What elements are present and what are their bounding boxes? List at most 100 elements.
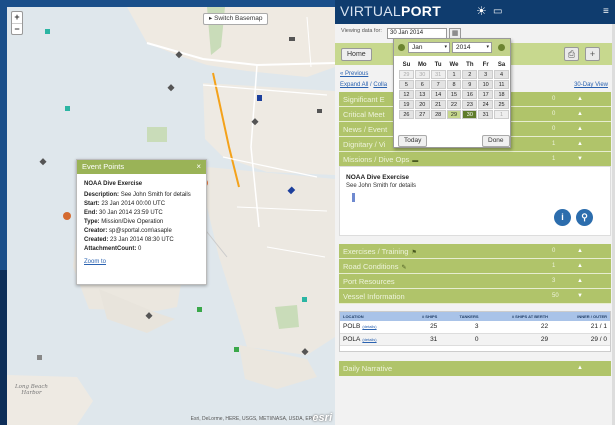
calendar-day[interactable]: 27 (414, 110, 430, 119)
cell-tankers: 0 (440, 333, 482, 346)
expand-arrow-icon[interactable]: ▲ (577, 274, 583, 289)
daily-narrative-section[interactable]: Daily Narrative ▲ (339, 361, 611, 376)
month-select[interactable]: Jan ▾ (408, 42, 450, 53)
sun-icon[interactable]: ☀ (476, 4, 487, 18)
calendar-day[interactable]: 12 (399, 90, 414, 99)
popup-field-value: sp@sportal.com\asaple (109, 228, 172, 234)
expand-arrow-icon[interactable]: ▲ (577, 92, 583, 107)
calendar-day[interactable]: 31 (430, 70, 446, 79)
keyboard-icon[interactable]: ▭ (493, 6, 502, 17)
calendar-week: 19 20 21 22 23 24 25 (399, 100, 509, 109)
calendar-day[interactable]: 29 (399, 70, 414, 79)
section-label: News / Event (343, 125, 388, 134)
cell-ships: 25 (405, 321, 441, 334)
mission-detail: NOAA Dive Exercise See John Smith for de… (339, 166, 611, 236)
expand-arrow-icon[interactable]: ▼ (577, 152, 583, 167)
calendar-day[interactable]: 29 (446, 110, 462, 119)
calendar-day[interactable]: 1 (446, 70, 462, 79)
calendar-day[interactable]: 4 (494, 70, 509, 79)
next-month-icon[interactable] (498, 44, 505, 51)
zoom-in-button[interactable]: + (12, 12, 22, 23)
zoom-out-button[interactable]: − (12, 23, 22, 34)
calendar-day[interactable]: 16 (462, 90, 478, 99)
section-count: 0 (552, 111, 556, 117)
calendar-day[interactable]: 13 (414, 90, 430, 99)
day-view-link[interactable]: 30-Day View (574, 82, 608, 88)
calendar-day[interactable]: 8 (446, 80, 462, 89)
prev-month-icon[interactable] (398, 44, 405, 51)
calendar-day[interactable]: 17 (478, 90, 494, 99)
section-header[interactable]: Vessel Information 50 ▼ (339, 289, 611, 304)
year-select[interactable]: 2014 ▾ (452, 42, 492, 53)
calendar-day[interactable]: 3 (478, 70, 494, 79)
details-link[interactable]: (details) (362, 337, 376, 342)
calendar-day[interactable]: 30 (462, 110, 478, 119)
column-header: INNER / OUTER (551, 312, 610, 321)
print-icon[interactable]: ⎙ (564, 47, 579, 61)
collapse-link[interactable]: Colla (373, 82, 387, 88)
expand-arrow-icon[interactable]: ▲ (577, 122, 583, 137)
map-pin-icon[interactable]: ⚲ (576, 209, 593, 226)
calendar-day[interactable]: 7 (430, 80, 446, 89)
expand-arrow-icon[interactable]: ▲ (577, 244, 583, 259)
section-count: 50 (552, 293, 559, 299)
date-picker-header: Jan ▾ 2014 ▾ (394, 39, 510, 56)
section-count: 0 (552, 126, 556, 132)
calendar-day[interactable]: 24 (478, 100, 494, 109)
calendar-day[interactable]: 28 (430, 110, 446, 119)
calendar-day[interactable]: 15 (446, 90, 462, 99)
expand-arrow-icon[interactable]: ▲ (577, 137, 583, 152)
calendar-day[interactable]: 19 (399, 100, 414, 109)
previous-link[interactable]: « Previous (340, 71, 368, 77)
calendar-day[interactable]: 20 (414, 100, 430, 109)
calendar-day[interactable]: 5 (399, 80, 414, 89)
switch-basemap-button[interactable]: ▸ Switch Basemap (203, 13, 269, 25)
popup-field-value: See John Smith for details (120, 192, 191, 198)
popup-field-row: Created: 23 Jan 2014 08:30 UTC (84, 236, 199, 245)
calendar-day[interactable]: 2 (462, 70, 478, 79)
calendar-day[interactable]: 30 (414, 70, 430, 79)
section-header[interactable]: Missions / Dive Ops ▬ 1 ▼ (339, 152, 611, 167)
info-icon[interactable]: i (554, 209, 571, 226)
expand-arrow-icon[interactable]: ▼ (577, 289, 583, 304)
location-name: POLB (343, 323, 361, 331)
popup-field-label: Start: (84, 201, 100, 207)
calendar-day[interactable]: 1 (494, 110, 509, 119)
map-view[interactable]: + − ▸ Switch Basemap Long Beach Harbor E… (7, 7, 335, 425)
section-header[interactable]: Exercises / Training ⚑ 0 ▲ (339, 244, 611, 259)
calendar-day[interactable]: 6 (414, 80, 430, 89)
calendar-day[interactable]: 18 (494, 90, 509, 99)
calendar-day[interactable]: 14 (430, 90, 446, 99)
home-button[interactable]: Home (341, 48, 372, 61)
popup-header: Event Points × (77, 160, 206, 174)
expand-arrow-icon[interactable]: ▲ (577, 107, 583, 122)
calendar-day[interactable]: 11 (494, 80, 509, 89)
expand-arrow-icon[interactable]: ▲ (577, 361, 583, 376)
today-button[interactable]: Today (398, 135, 428, 147)
section-label: Significant E (343, 95, 385, 104)
calendar-day[interactable]: 26 (399, 110, 414, 119)
zoom-to-link[interactable]: Zoom to (84, 258, 106, 267)
calendar-day[interactable]: 31 (478, 110, 494, 119)
calendar-day[interactable]: 10 (478, 80, 494, 89)
calendar-day[interactable]: 22 (446, 100, 462, 109)
calendar-day[interactable]: 9 (462, 80, 478, 89)
calendar-week: 12 13 14 15 16 17 18 (399, 90, 509, 99)
done-button[interactable]: Done (482, 135, 510, 147)
section-label: Missions / Dive Ops (343, 155, 410, 164)
expand-all-link[interactable]: Expand All (340, 82, 368, 88)
calendar-day[interactable]: 21 (430, 100, 446, 109)
section-label: Dignitary / Vi (343, 140, 386, 149)
section-header[interactable]: Port Resources 3 ▲ (339, 274, 611, 289)
popup-body: NOAA Dive Exercise Description: See John… (77, 174, 206, 273)
menu-icon[interactable]: ≡ (603, 6, 609, 17)
expand-arrow-icon[interactable]: ▲ (577, 259, 583, 274)
section-header[interactable]: Road Conditions ✎ 1 ▲ (339, 259, 611, 274)
popup-field-value: Mission/Dive Operation (101, 219, 164, 225)
add-icon[interactable]: + (585, 47, 600, 61)
calendar-day[interactable]: 25 (494, 100, 509, 109)
calendar-day[interactable]: 23 (462, 100, 478, 109)
brand-text-bold: PORT (400, 3, 442, 19)
details-link[interactable]: (details) (362, 324, 376, 329)
close-icon[interactable]: × (196, 160, 201, 174)
